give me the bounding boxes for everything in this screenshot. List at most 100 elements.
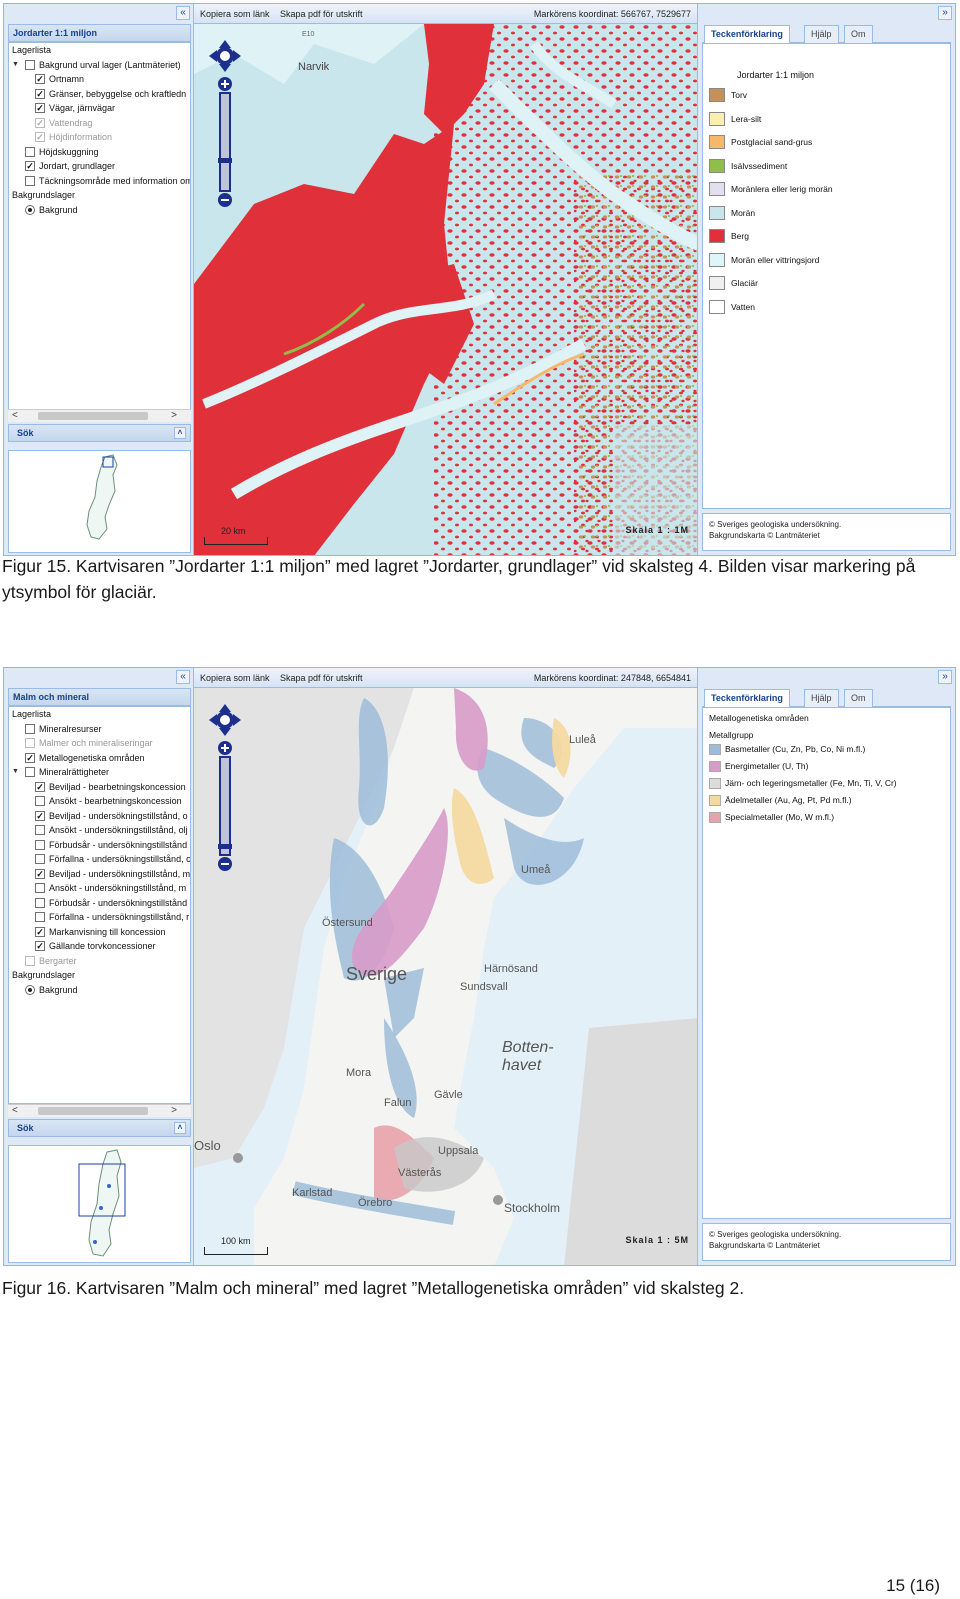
horizontal-scrollbar[interactable]: < > — [8, 1104, 191, 1117]
overview-map[interactable] — [8, 450, 191, 553]
layer-checkbox[interactable] — [25, 59, 35, 70]
layer-label: Höjdinformation — [49, 132, 113, 142]
layer-checkbox[interactable] — [25, 175, 35, 186]
soil-map-image: Narvik E10 — [194, 24, 697, 555]
map-navigation-control[interactable] — [202, 704, 248, 884]
copy-link-button[interactable]: Kopiera som länk — [200, 673, 270, 683]
figure-malm-mineral-map-viewer: « Malm och mineral Lagerlista Mineralresu… — [3, 667, 956, 1266]
layer-item[interactable]: Bergarter — [9, 954, 190, 969]
layer-checkbox[interactable] — [35, 912, 45, 922]
layer-checkbox[interactable] — [25, 146, 35, 157]
collapse-left-panel-button[interactable]: « — [176, 670, 190, 684]
expand-up-icon[interactable]: ˄ — [174, 1122, 186, 1134]
layer-checkbox[interactable]: ✓ — [35, 88, 45, 99]
radio-button[interactable] — [25, 984, 35, 995]
layer-item[interactable]: ✓ Beviljad - undersökningstillstånd, m — [9, 867, 190, 882]
layer-item[interactable]: ✓ Beviljad - undersökningstillstånd, o — [9, 809, 190, 824]
search-panel-header[interactable]: Sök ˄ — [8, 424, 191, 442]
layer-item[interactable]: ✓ Vattendrag — [9, 116, 190, 131]
create-pdf-button[interactable]: Skapa pdf för utskrift — [280, 673, 363, 683]
layer-item[interactable]: Ansökt - bearbetningskoncession — [9, 794, 190, 809]
layer-checkbox[interactable]: ✓ — [35, 868, 45, 879]
sweden-overview-icon — [78, 1149, 126, 1257]
layer-item[interactable]: Förfallna - undersökningstillstånd, c — [9, 852, 190, 867]
tab-help[interactable]: Hjälp — [804, 25, 839, 43]
layer-item[interactable]: Förbudsår - undersökningstillstånd — [9, 896, 190, 911]
layer-item[interactable]: ✓ Gällande torvkoncessioner — [9, 939, 190, 954]
layer-item[interactable]: ✓ Beviljad - bearbetningskoncession — [9, 780, 190, 795]
layer-checkbox[interactable] — [35, 897, 45, 908]
layer-item[interactable]: Förfallna - undersökningstillstånd, r — [9, 910, 190, 925]
layer-item[interactable]: Ansökt - undersökningstillstånd, m — [9, 881, 190, 896]
expand-arrow-icon[interactable]: ▼ — [12, 765, 19, 779]
scroll-right-icon[interactable]: > — [171, 410, 177, 422]
layer-checkbox[interactable]: ✓ — [35, 103, 45, 113]
layer-item[interactable]: ▼ Bakgrund urval lager (Lantmäteriet) — [9, 58, 190, 73]
overview-map[interactable] — [8, 1145, 191, 1263]
search-panel-header[interactable]: Sök ˄ — [8, 1119, 191, 1137]
layer-checkbox[interactable] — [25, 723, 35, 734]
scroll-thumb[interactable] — [38, 1107, 148, 1115]
map-canvas[interactable]: Luleå Umeå Östersund Sverige Härnösand S… — [194, 688, 697, 1265]
layer-item[interactable]: ✓ Vägar, järnvägar — [9, 101, 190, 116]
tab-legend[interactable]: Teckenförklaring — [704, 689, 790, 707]
layer-checkbox[interactable] — [25, 767, 35, 777]
copy-link-button[interactable]: Kopiera som länk — [200, 9, 270, 19]
map-canvas[interactable]: Narvik E10 20 km Skala 1: 1M — [194, 24, 697, 555]
collapse-right-panel-button[interactable]: » — [938, 6, 952, 20]
scroll-left-icon[interactable]: < — [12, 410, 18, 422]
layer-checkbox[interactable]: ✓ — [35, 74, 45, 84]
tab-about[interactable]: Om — [844, 689, 873, 707]
radio-button[interactable] — [25, 204, 35, 215]
layer-item[interactable]: ✓ Jordart, grundlager — [9, 159, 190, 174]
layer-item[interactable]: Bakgrund — [9, 203, 190, 218]
layer-checkbox[interactable] — [35, 825, 45, 835]
tab-legend[interactable]: Teckenförklaring — [704, 25, 790, 43]
map-label-road: E10 — [302, 31, 315, 38]
layer-checkbox[interactable]: ✓ — [35, 941, 45, 951]
map-navigation-control[interactable] — [202, 40, 248, 220]
layer-checkbox[interactable]: ✓ — [25, 752, 35, 763]
expand-arrow-icon[interactable]: ▼ — [12, 58, 19, 72]
layer-item[interactable]: ✓ Gränser, bebyggelse och kraftledn — [9, 87, 190, 102]
layer-label: Beviljad - undersökningstillstånd, o — [49, 810, 188, 821]
layer-checkbox[interactable] — [35, 883, 45, 893]
tab-about[interactable]: Om — [844, 25, 873, 43]
layer-item[interactable]: ▼ Mineralrättigheter — [9, 765, 190, 780]
collapse-left-panel-button[interactable]: « — [176, 6, 190, 20]
layer-checkbox[interactable] — [35, 854, 45, 864]
layer-item[interactable]: ✓ Höjdinformation — [9, 130, 190, 145]
layer-item[interactable]: Malmer och mineraliseringar — [9, 736, 190, 751]
layer-checkbox[interactable]: ✓ — [35, 926, 45, 937]
layer-item[interactable]: Höjdskuggning — [9, 145, 190, 160]
layer-item[interactable]: Ansökt - undersökningstillstånd, olj — [9, 823, 190, 838]
layer-checkbox[interactable]: ✓ — [35, 781, 45, 792]
scroll-right-icon[interactable]: > — [171, 1105, 177, 1117]
layer-item[interactable]: Täckningsområde med information om — [9, 174, 190, 189]
layer-item[interactable]: ✓ Markanvisning till koncession — [9, 925, 190, 940]
layer-checkbox[interactable] — [35, 839, 45, 850]
layer-checkbox[interactable]: ✓ — [35, 117, 45, 128]
layer-checkbox[interactable] — [25, 955, 35, 966]
layer-checkbox[interactable] — [35, 796, 45, 806]
horizontal-scrollbar[interactable]: < > — [8, 409, 191, 422]
create-pdf-button[interactable]: Skapa pdf för utskrift — [280, 9, 363, 19]
layer-item[interactable]: Bakgrund — [9, 983, 190, 998]
expand-up-icon[interactable]: ˄ — [174, 427, 186, 439]
layer-checkbox[interactable]: ✓ — [35, 810, 45, 821]
legend-item: Berg — [703, 229, 950, 253]
layer-item[interactable]: ✓ Metallogenetiska områden — [9, 751, 190, 766]
layer-item[interactable]: Mineralresurser — [9, 722, 190, 737]
tab-help[interactable]: Hjälp — [804, 689, 839, 707]
scroll-thumb[interactable] — [38, 412, 148, 420]
layer-item[interactable]: ✓ Ortnamn — [9, 72, 190, 87]
legend-content: Metallogenetiska områden Metallgrupp Bas… — [702, 707, 951, 1219]
legend-label: Specialmetaller (Mo, W m.fl.) — [725, 812, 835, 822]
scale-bar: 20 km — [204, 526, 268, 545]
layer-item[interactable]: Förbudsår - undersökningstillstånd — [9, 838, 190, 853]
scroll-left-icon[interactable]: < — [12, 1105, 18, 1117]
layer-checkbox[interactable] — [25, 738, 35, 748]
collapse-right-panel-button[interactable]: » — [938, 670, 952, 684]
layer-checkbox[interactable]: ✓ — [35, 132, 45, 142]
layer-checkbox[interactable]: ✓ — [25, 161, 35, 171]
